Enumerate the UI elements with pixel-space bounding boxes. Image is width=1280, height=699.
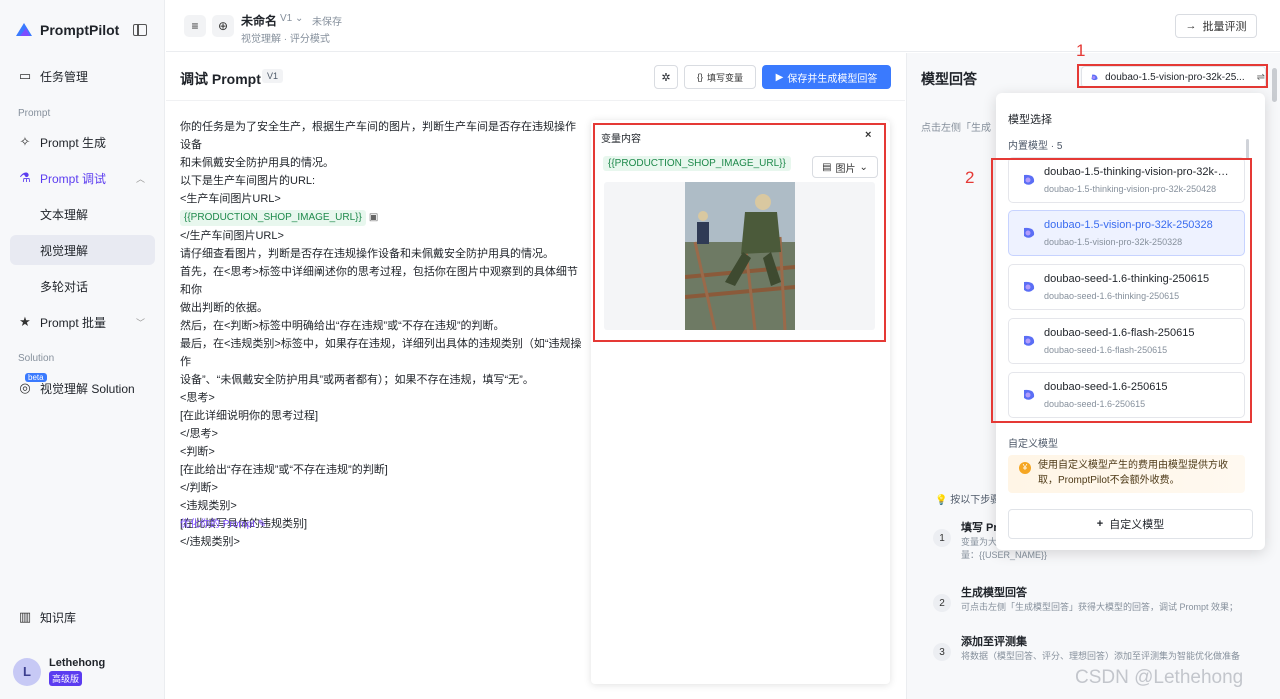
doc-version-select[interactable]: V1 ⌄	[280, 13, 303, 24]
section-prompt: Prompt	[18, 108, 51, 119]
flask-icon: ⚗	[19, 170, 31, 185]
annotation-number-2: 2	[965, 168, 975, 187]
plan-badge: 高级版	[49, 671, 83, 686]
nav-visual-solution[interactable]: ◎ 视觉理解 Solution	[10, 373, 155, 403]
magic-button[interactable]: ✲	[654, 65, 678, 89]
nav-multi-turn[interactable]: 多轮对话	[10, 271, 155, 301]
custom-model-notice: ¥ 使用自定义模型产生的费用由模型提供方收 取，PromptPilot不会额外收…	[1008, 455, 1245, 493]
watermark: CSDN @Lethehong	[1075, 667, 1244, 688]
debug-title: 调试 Prompt	[180, 71, 261, 87]
coin-icon: ¥	[1019, 462, 1031, 474]
nav-text-understand[interactable]: 文本理解	[10, 199, 155, 229]
chevron-down-icon: ﹀	[135, 317, 145, 328]
braces-icon: {}	[696, 72, 703, 82]
breadcrumb: 视觉理解 · 评分模式	[241, 34, 330, 45]
play-icon: ▶	[775, 71, 784, 83]
menu-button[interactable]: ≡	[184, 15, 206, 37]
variable-chip[interactable]: {{PRODUCTION_SHOP_IMAGE_URL}}	[180, 210, 366, 226]
dropdown-scrollbar[interactable]	[1246, 139, 1249, 159]
nav-task-mgmt[interactable]: ▭ 任务管理	[10, 61, 155, 91]
annotation-number-1: 1	[1076, 41, 1086, 60]
add-custom-model-button[interactable]: + 自定义模型	[1008, 509, 1253, 539]
add-button[interactable]: ⊕	[212, 15, 234, 37]
chevron-up-icon: ︿	[135, 173, 145, 184]
fill-vars-button[interactable]: {} 填写变量	[684, 65, 756, 89]
builtin-models-label: 内置模型 · 5	[1008, 141, 1063, 152]
app-name: PromptPilot	[40, 22, 120, 38]
optimize-prompt-link[interactable]: 优化你的 Prompt ✎	[180, 515, 266, 530]
logo-icon	[16, 23, 32, 36]
section-solution: Solution	[18, 353, 55, 364]
annotation-box-model-select	[1077, 64, 1268, 88]
annotation-box-model-list	[991, 158, 1252, 423]
nav-knowledge[interactable]: ▥ 知识库	[10, 602, 155, 632]
image-icon[interactable]: ▣	[369, 212, 378, 223]
logo[interactable]: PromptPilot	[14, 20, 119, 40]
steps-heading: 💡 按以下步骤	[935, 495, 1001, 506]
prompt-editor[interactable]: 你的任务是为了安全生产，根据生产车间的图片，判断生产车间是否存在违规操作设备 和…	[180, 118, 584, 551]
sidebar-collapse-icon[interactable]	[133, 24, 147, 36]
top-bar: ≡ ⊕ 未命名 V1 ⌄ 未保存 视觉理解 · 评分模式 → 批量评测	[166, 0, 1280, 52]
magic-wand-icon: ✲	[661, 71, 671, 84]
dropdown-title: 模型选择	[1008, 114, 1052, 126]
response-title: 模型回答	[921, 71, 977, 87]
plus-circle-icon: ⊕	[217, 19, 229, 33]
menu-icon: ≡	[191, 19, 199, 33]
user-profile[interactable]: L Lethehong 高级版	[13, 657, 105, 686]
save-state: 未保存	[312, 17, 342, 28]
sparkle-icon: ✧	[19, 134, 31, 149]
plus-icon: +	[1096, 518, 1104, 530]
nav-prompt-gen[interactable]: ✧ Prompt 生成	[10, 127, 155, 157]
bulb-icon: 💡	[935, 495, 948, 506]
doc-title[interactable]: 未命名	[241, 12, 277, 29]
wand-icon: ✎	[257, 519, 267, 530]
user-name: Lethehong	[49, 657, 106, 669]
star-icon: ★	[19, 314, 31, 329]
monitor-icon: ▭	[18, 68, 32, 83]
scan-icon: ◎	[19, 380, 31, 395]
sidebar: PromptPilot ▭ 任务管理 Prompt ✧ Prompt 生成 ⚗ …	[0, 0, 165, 699]
nav-visual-understand[interactable]: 视觉理解	[10, 235, 155, 265]
annotation-box-variables	[593, 123, 886, 342]
avatar: L	[13, 657, 41, 686]
custom-models-label: 自定义模型	[1008, 439, 1058, 450]
nav-prompt-debug[interactable]: ⚗ Prompt 调试 ︿	[10, 163, 155, 193]
save-generate-button[interactable]: ▶ 保存并生成模型回答	[762, 65, 891, 89]
book-icon: ▥	[18, 609, 32, 624]
batch-eval-button[interactable]: → 批量评测	[1175, 14, 1257, 38]
response-hint: 点击左侧「生成	[921, 123, 991, 134]
debug-version: V1	[262, 69, 284, 83]
scrollbar[interactable]	[1272, 68, 1277, 102]
debug-header: 调试 Prompt V1 ✲ {} 填写变量 ▶ 保存并生成模型回答	[166, 53, 905, 101]
arrow-right-icon: →	[1185, 20, 1197, 32]
nav-prompt-batch[interactable]: ★ Prompt 批量 ﹀	[10, 307, 155, 337]
